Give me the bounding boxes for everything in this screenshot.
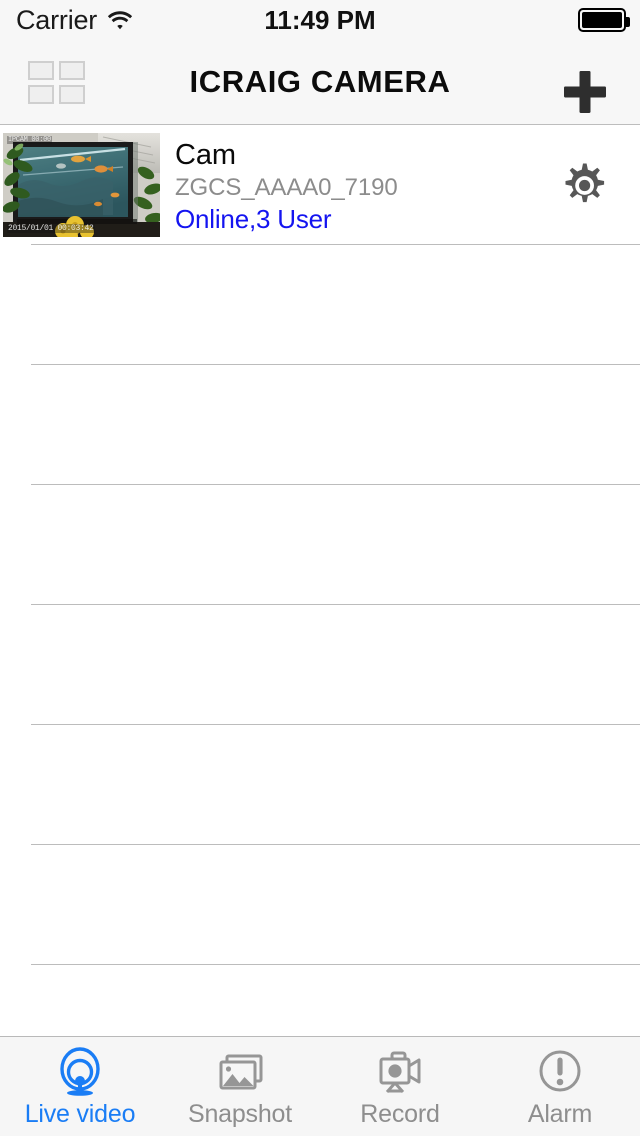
empty-list-row xyxy=(0,365,640,485)
empty-list-row xyxy=(0,725,640,845)
status-bar: Carrier 11:49 PM xyxy=(0,0,640,40)
exclamation-circle-icon xyxy=(534,1046,586,1098)
tab-live-video[interactable]: Live video xyxy=(0,1037,160,1136)
battery-icon xyxy=(578,8,630,32)
tab-alarm[interactable]: Alarm xyxy=(480,1037,640,1136)
camera-list[interactable]: IPCAM 00:00 2015/01/01 00:03:42 Cam ZGCS… xyxy=(0,126,640,1085)
camera-list-item[interactable]: IPCAM 00:00 2015/01/01 00:03:42 Cam ZGCS… xyxy=(0,126,640,245)
plus-icon xyxy=(560,67,610,117)
thumbnail-overlay-top: IPCAM 00:00 xyxy=(7,136,52,144)
battery-nub xyxy=(626,17,630,27)
gear-icon xyxy=(556,159,610,213)
status-bar-right xyxy=(578,0,630,40)
tab-snapshot[interactable]: Snapshot xyxy=(160,1037,320,1136)
navigation-bar: ICRAIG CAMERA xyxy=(0,40,640,125)
empty-list-row xyxy=(0,845,640,965)
empty-list-row xyxy=(0,485,640,605)
live-video-camera-icon xyxy=(54,1046,106,1098)
camera-info: Cam ZGCS_AAAA0_7190 Online,3 User xyxy=(175,138,525,235)
camera-uid: ZGCS_AAAA0_7190 xyxy=(175,174,398,201)
tab-bar: Live video Snapshot Record Alarm xyxy=(0,1036,640,1136)
camera-name: Cam xyxy=(175,139,236,171)
thumbnail-image xyxy=(3,133,160,237)
camera-thumbnail[interactable]: IPCAM 00:00 2015/01/01 00:03:42 xyxy=(3,133,160,237)
photo-stack-icon xyxy=(214,1046,266,1098)
empty-list-row xyxy=(0,605,640,725)
empty-list-row xyxy=(0,245,640,365)
battery-level-fill xyxy=(582,12,622,28)
status-bar-time: 11:49 PM xyxy=(264,4,376,35)
tab-label: Record xyxy=(360,1100,440,1128)
tab-label: Live video xyxy=(24,1100,136,1128)
camera-settings-button[interactable] xyxy=(556,159,610,213)
thumbnail-overlay-bottom: 2015/01/01 00:03:42 xyxy=(7,224,95,233)
tab-record[interactable]: Record xyxy=(320,1037,480,1136)
app-screen: Carrier 11:49 PM ICRAIG CAMERA IPCAM 00:… xyxy=(0,0,640,1136)
tab-label: Snapshot xyxy=(187,1100,293,1128)
video-camera-icon xyxy=(374,1046,426,1098)
camera-status-badge: Online,3 User xyxy=(175,204,332,234)
tab-label: Alarm xyxy=(527,1100,593,1128)
page-title: ICRAIG CAMERA xyxy=(189,64,451,99)
add-camera-button[interactable] xyxy=(560,67,610,117)
